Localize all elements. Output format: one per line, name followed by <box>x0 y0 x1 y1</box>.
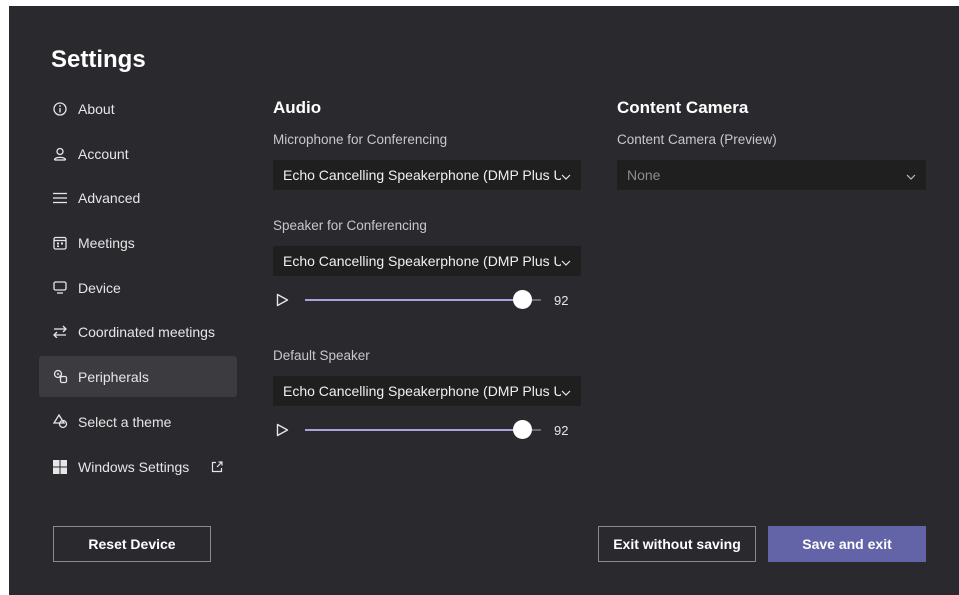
default-speaker-dropdown[interactable]: Echo Cancelling Speakerphone (DMP Plus U… <box>273 376 581 406</box>
content-camera-value: None <box>627 167 661 183</box>
default-speaker-volume-value: 92 <box>554 422 569 438</box>
sidebar-item-label: Meetings <box>78 234 135 251</box>
save-and-exit-button[interactable]: Save and exit <box>768 526 926 562</box>
microphone-dropdown[interactable]: Echo Cancelling Speakerphone (DMP Plus U… <box>273 160 581 190</box>
default-speaker-volume-control: 92 <box>273 418 573 442</box>
speaker-volume-slider[interactable] <box>305 290 541 309</box>
sidebar-item-peripherals[interactable]: Peripherals <box>39 356 237 397</box>
speaker-value: Echo Cancelling Speakerphone (DMP Plus U… <box>283 253 561 269</box>
chevron-down-icon <box>906 167 916 183</box>
sidebar-item-advanced[interactable]: Advanced <box>39 177 237 218</box>
play-icon[interactable] <box>273 291 291 309</box>
microphone-value: Echo Cancelling Speakerphone (DMP Plus U… <box>283 167 561 183</box>
theme-icon <box>51 413 69 431</box>
sidebar-item-device[interactable]: Device <box>39 267 237 308</box>
calendar-icon <box>51 234 69 252</box>
microphone-label: Microphone for Conferencing <box>273 132 448 147</box>
sidebar-item-about[interactable]: About <box>39 88 237 129</box>
slider-fill <box>305 429 523 431</box>
chevron-down-icon <box>561 383 571 399</box>
sidebar-item-windows-settings[interactable]: Windows Settings <box>39 446 237 487</box>
chevron-down-icon <box>561 167 571 183</box>
sidebar-item-label: Coordinated meetings <box>78 323 215 340</box>
chevron-down-icon <box>561 253 571 269</box>
sidebar-item-label: Advanced <box>78 189 141 206</box>
reset-device-button[interactable]: Reset Device <box>53 526 211 562</box>
sidebar-item-select-theme[interactable]: Select a theme <box>39 401 237 442</box>
sidebar-item-label: Select a theme <box>78 413 172 430</box>
page-title: Settings <box>51 46 146 73</box>
sidebar-item-label: Peripherals <box>78 368 149 385</box>
list-icon <box>51 189 69 207</box>
default-speaker-volume-slider[interactable] <box>305 420 541 439</box>
sidebar-item-label: Device <box>78 279 121 296</box>
slider-thumb[interactable] <box>513 420 533 439</box>
settings-panel: Settings About Account Advanced Meetings <box>9 6 959 595</box>
sidebar-item-meetings[interactable]: Meetings <box>39 222 237 263</box>
content-camera-dropdown[interactable]: None <box>617 160 926 190</box>
exit-without-saving-button[interactable]: Exit without saving <box>598 526 756 562</box>
audio-section-title: Audio <box>273 98 322 117</box>
slider-thumb[interactable] <box>513 290 533 309</box>
person-icon <box>51 145 69 163</box>
windows-logo-icon <box>51 458 69 476</box>
content-camera-section-title: Content Camera <box>617 98 749 117</box>
play-icon[interactable] <box>273 421 291 439</box>
peripherals-icon <box>51 368 69 386</box>
external-link-icon <box>211 460 223 473</box>
default-speaker-label: Default Speaker <box>273 348 370 363</box>
sidebar-item-label: Windows Settings <box>78 458 190 475</box>
slider-fill <box>305 299 523 301</box>
sidebar-item-label: About <box>78 100 115 117</box>
swap-arrows-icon <box>51 323 69 341</box>
speaker-label: Speaker for Conferencing <box>273 218 427 233</box>
monitor-icon <box>51 279 69 297</box>
default-speaker-value: Echo Cancelling Speakerphone (DMP Plus U… <box>283 383 561 399</box>
content-camera-label: Content Camera (Preview) <box>617 132 777 147</box>
speaker-dropdown[interactable]: Echo Cancelling Speakerphone (DMP Plus U… <box>273 246 581 276</box>
info-icon <box>51 100 69 118</box>
speaker-volume-value: 92 <box>554 292 569 308</box>
sidebar-item-coordinated-meetings[interactable]: Coordinated meetings <box>39 311 237 352</box>
speaker-volume-control: 92 <box>273 288 573 312</box>
sidebar-item-account[interactable]: Account <box>39 133 237 174</box>
sidebar-item-label: Account <box>78 145 129 162</box>
